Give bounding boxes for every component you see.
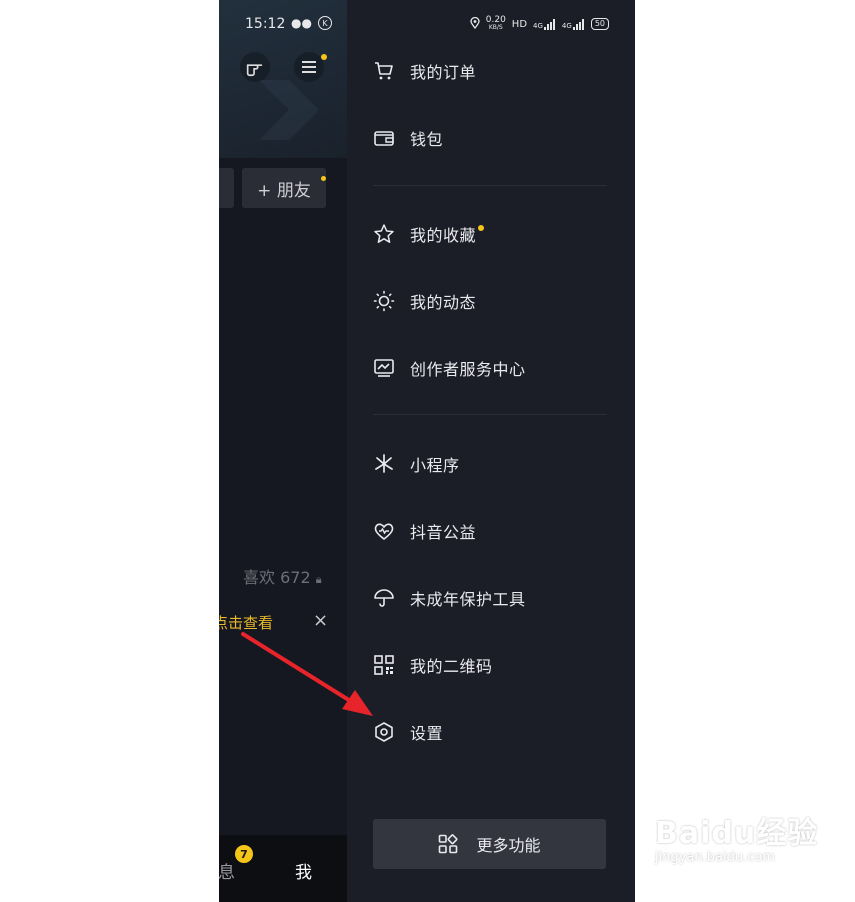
hd-indicator: HD: [511, 18, 528, 30]
menu-item-wallet[interactable]: 钱包: [373, 121, 443, 155]
menu-item-label: 创作者服务中心: [410, 360, 526, 379]
cart-icon: [373, 60, 395, 82]
messages-badge: 7: [235, 845, 253, 863]
wechat-icon: ●●: [291, 16, 312, 30]
grid-apps-icon: [438, 834, 458, 854]
likes-label: 喜欢 672: [243, 568, 311, 587]
menu-item-label: 我的动态: [410, 293, 477, 312]
network-speed: 0.20 KB/S: [486, 16, 506, 32]
settings-icon: [373, 721, 395, 743]
new-indicator-dot: [478, 225, 485, 231]
star-icon: [373, 223, 395, 245]
watermark-sub: jingyan.baidu.com: [655, 850, 775, 865]
battery-level: 50: [594, 19, 605, 28]
add-friend-button[interactable]: + 朋友: [242, 168, 326, 208]
likes-count[interactable]: 喜欢 672 🔒︎: [243, 564, 322, 588]
menu-item-label: 抖音公益: [410, 523, 477, 542]
speed-unit: KB/S: [488, 24, 503, 31]
close-icon[interactable]: ×: [313, 610, 328, 631]
add-friend-dot: [321, 176, 326, 181]
menu-item-label: 我的二维码: [410, 657, 493, 676]
menu-item-creator-center[interactable]: 创作者服务中心: [373, 351, 526, 385]
menu-item-orders[interactable]: 我的订单: [373, 54, 476, 88]
signal-bars-icon: [572, 18, 584, 30]
more-features-button[interactable]: 更多功能: [373, 819, 606, 869]
edit-profile-button[interactable]: [219, 168, 234, 208]
menu-item-label: 设置: [410, 724, 444, 743]
hand-pointer-button[interactable]: [240, 52, 270, 82]
header-decoration: [259, 80, 319, 140]
battery-icon: 50: [590, 18, 609, 30]
hand-pointer-icon: [246, 64, 263, 77]
menu-divider: [373, 414, 607, 415]
baidu-watermark: Baidu经验 jingyan.baidu.com: [655, 808, 818, 865]
signal-2: 4G: [561, 18, 585, 30]
menu-item-label: 未成年保护工具: [410, 590, 526, 609]
menu-item-settings[interactable]: 设置: [373, 715, 443, 749]
menu-item-qr-code[interactable]: 我的二维码: [373, 648, 493, 682]
side-drawer: 0.20 KB/S HD 4G 4G 50 我的订单 钱包 我的收藏 我的动态 …: [347, 0, 635, 902]
phone-screen: 15:12 ●● K + 朋友 喜欢 672 🔒︎ 点击查看 × 消息 7 我 …: [219, 0, 635, 902]
network-type-1: 4G: [533, 21, 543, 30]
status-notification-icons: ●● K: [291, 16, 332, 30]
network-type-2: 4G: [561, 21, 572, 30]
lock-icon: 🔒︎: [315, 573, 322, 586]
signal-bars-icon: [543, 18, 555, 30]
menu-item-moments[interactable]: 我的动态: [373, 284, 476, 318]
menu-item-mini-programs[interactable]: 小程序: [373, 447, 460, 481]
menu-notification-dot: [321, 54, 327, 60]
signal-1: 4G: [533, 18, 556, 30]
menu-item-label: 我的收藏: [410, 226, 477, 245]
status-time: 15:12: [245, 16, 286, 32]
speed-value: 0.20: [485, 15, 506, 25]
menu-divider: [373, 185, 607, 186]
menu-item-label: 小程序: [410, 456, 460, 475]
chart-icon: [373, 357, 395, 379]
menu-item-favorites[interactable]: 我的收藏: [373, 217, 485, 251]
hamburger-icon: [302, 61, 316, 73]
sun-icon: [373, 290, 395, 312]
umbrella-icon: [373, 587, 395, 609]
more-features-label: 更多功能: [476, 836, 541, 855]
menu-item-label: 我的订单: [410, 63, 477, 82]
k-app-icon: K: [317, 16, 332, 30]
status-bar-right: 0.20 KB/S HD 4G 4G 50: [470, 16, 609, 32]
tab-messages-label: 消息: [219, 863, 235, 883]
menu-item-minor-protection[interactable]: 未成年保护工具: [373, 581, 526, 615]
qr-code-icon: [373, 654, 395, 676]
mini-program-icon: [373, 453, 395, 475]
tab-me[interactable]: 我: [295, 858, 312, 883]
watermark-main: Baidu经验: [655, 816, 819, 851]
menu-item-label: 钱包: [410, 130, 444, 149]
wallet-icon: [373, 127, 395, 149]
menu-item-charity[interactable]: 抖音公益: [373, 514, 476, 548]
menu-button[interactable]: [294, 52, 324, 82]
view-link[interactable]: 点击查看: [219, 612, 273, 633]
location-icon: [470, 16, 480, 32]
heart-icon: [373, 520, 395, 542]
